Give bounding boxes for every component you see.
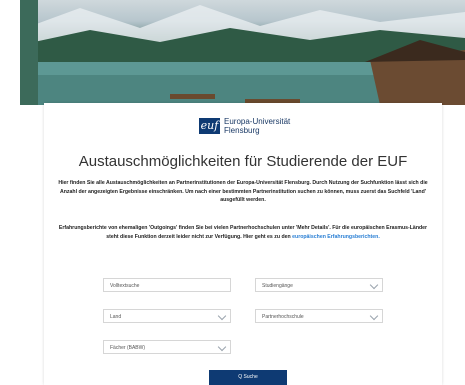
chevron-down-icon — [369, 280, 379, 290]
logo-line-2: Flensburg — [224, 126, 260, 135]
page-title: Austauschmöglichkeiten für Studierende d… — [78, 153, 408, 170]
logo-line-1: Europa-Universität — [224, 117, 291, 126]
european-reports-link[interactable]: europäischen Erfahrungsberichten. — [292, 234, 380, 240]
programs-placeholder: Studiengänge — [262, 283, 293, 289]
fulltext-placeholder: Volltextsuche — [110, 283, 140, 289]
chevron-down-icon — [369, 311, 379, 321]
hero-image — [20, 0, 465, 105]
euf-logo-mark: euf — [199, 118, 220, 134]
programs-select[interactable]: Studiengänge — [255, 278, 383, 292]
partner-placeholder: Partnerhochschule — [262, 314, 304, 320]
country-placeholder: Land — [110, 314, 122, 320]
intro-paragraph: Hier finden Sie alle Austauschmöglichkei… — [58, 180, 428, 203]
reports-paragraph: Erfahrungsberichte von ehemaligen 'Outgo… — [54, 224, 432, 241]
search-card: euf Europa-Universität Flensburg Austaus… — [44, 103, 442, 385]
lake-landscape-illustration — [20, 0, 465, 105]
chevron-down-icon — [217, 311, 227, 321]
chevron-down-icon — [217, 342, 227, 352]
left-margin — [0, 0, 20, 385]
subjects-select[interactable]: Fächer (BABW) — [103, 340, 231, 354]
search-button[interactable]: Q Suche — [209, 370, 287, 385]
fulltext-search-input[interactable]: Volltextsuche — [103, 278, 231, 292]
partner-select[interactable]: Partnerhochschule — [255, 309, 383, 323]
logo-text: Europa-Universität Flensburg — [224, 117, 290, 135]
university-logo[interactable]: euf Europa-Universität Flensburg — [199, 115, 309, 141]
subjects-placeholder: Fächer (BABW) — [110, 345, 146, 351]
country-select[interactable]: Land — [103, 309, 231, 323]
